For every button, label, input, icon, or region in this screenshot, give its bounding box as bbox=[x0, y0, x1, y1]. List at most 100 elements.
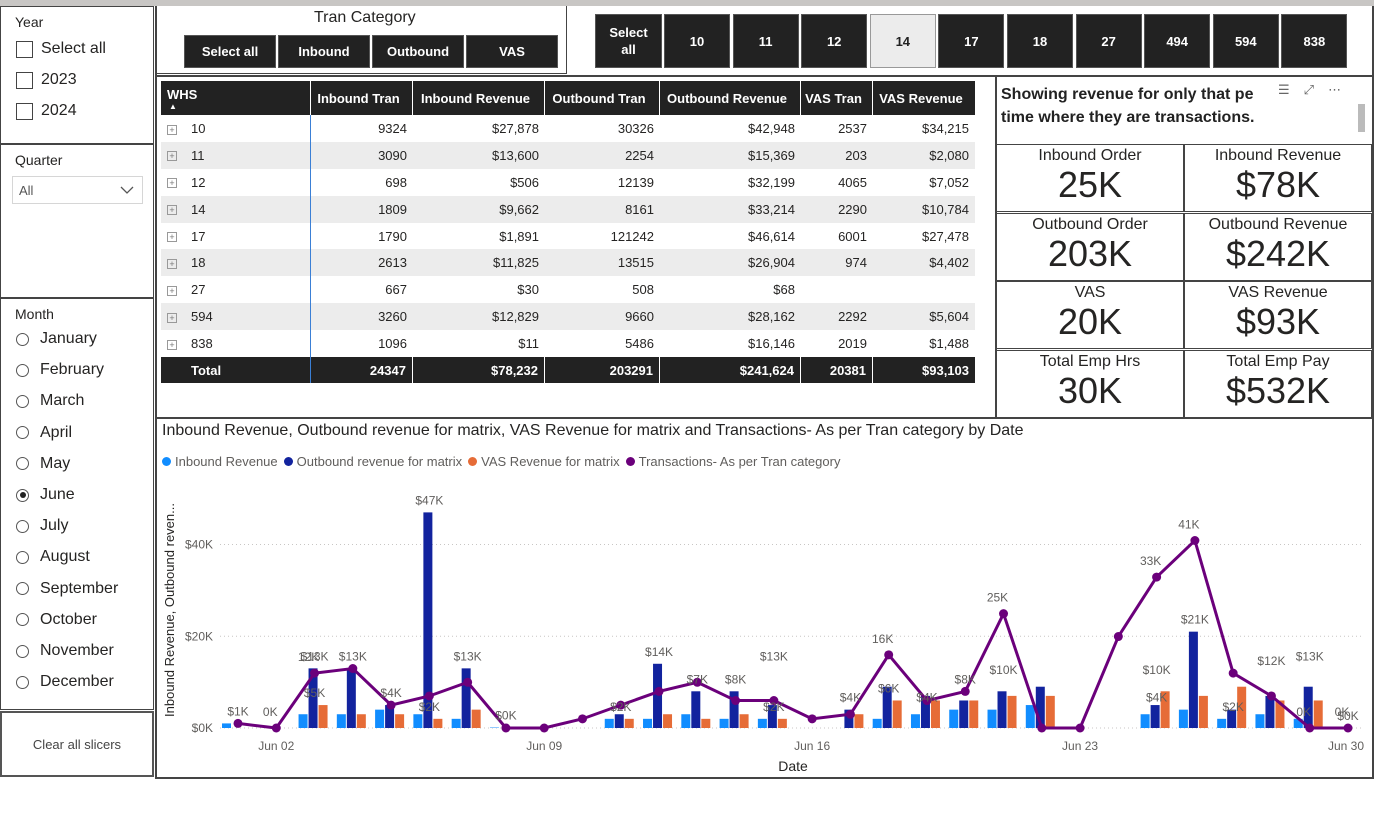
month-option-december[interactable]: December bbox=[16, 673, 114, 691]
transactions-point bbox=[310, 668, 320, 678]
legend-item-transactions[interactable]: Transactions- As per Tran category bbox=[625, 454, 840, 469]
matrix-header-outbound-tran[interactable]: Outbound Tran bbox=[545, 81, 660, 115]
transaction-data-label: 0K bbox=[263, 705, 278, 719]
radio-button[interactable] bbox=[16, 613, 29, 627]
expand-icon[interactable]: + bbox=[167, 178, 177, 189]
month-option-may[interactable]: May bbox=[16, 455, 70, 473]
table-cell: $12,829 bbox=[492, 309, 539, 325]
month-option-june[interactable]: June bbox=[16, 486, 75, 504]
whs-button-494[interactable]: 494 bbox=[1144, 14, 1211, 68]
expand-icon[interactable]: + bbox=[167, 258, 177, 269]
row-header-whs[interactable]: +14 bbox=[161, 202, 311, 217]
bar-vas-revenue-for-matrix bbox=[356, 714, 366, 728]
bar-inbound-revenue bbox=[681, 714, 691, 728]
expand-icon[interactable]: + bbox=[167, 312, 177, 323]
matrix-header-inbound-revenue[interactable]: Inbound Revenue bbox=[413, 81, 545, 115]
tran-category-select-all-button[interactable]: Select all bbox=[184, 35, 276, 68]
legend-item-vas[interactable]: VAS Revenue for matrix bbox=[468, 454, 620, 469]
expand-icon[interactable]: + bbox=[167, 285, 177, 296]
matrix-header-outbound-revenue[interactable]: Outbound Revenue bbox=[660, 81, 801, 115]
filter-icon[interactable]: ☰ bbox=[1278, 82, 1290, 98]
tran-category-vas-button[interactable]: VAS bbox=[466, 35, 558, 68]
radio-button[interactable] bbox=[16, 644, 29, 658]
month-option-september[interactable]: September bbox=[16, 580, 118, 598]
clear-all-slicers-button[interactable]: Clear all slicers bbox=[0, 711, 154, 777]
x-tick-label: Jun 30 bbox=[1328, 739, 1364, 753]
month-option-january[interactable]: January bbox=[16, 330, 97, 348]
whs-label: 11 bbox=[191, 147, 205, 163]
whs-button-18[interactable]: 18 bbox=[1007, 14, 1073, 68]
radio-button[interactable] bbox=[16, 332, 29, 346]
radio-button[interactable] bbox=[16, 394, 29, 408]
row-header-whs[interactable]: +838 bbox=[161, 336, 311, 351]
tran-category-outbound-button[interactable]: Outbound bbox=[372, 35, 464, 68]
month-option-april[interactable]: April bbox=[16, 424, 72, 442]
kpi-label: Total Emp Hrs bbox=[1039, 352, 1141, 370]
matrix-header-vas-revenue[interactable]: VAS Revenue bbox=[873, 81, 975, 115]
total-label: Total bbox=[161, 357, 311, 384]
legend-item-inbound[interactable]: Inbound Revenue bbox=[162, 454, 278, 469]
row-header-whs[interactable]: +18 bbox=[161, 255, 311, 270]
row-header-whs[interactable]: +12 bbox=[161, 175, 311, 190]
transactions-point bbox=[884, 650, 894, 660]
month-option-august[interactable]: August bbox=[16, 548, 90, 566]
whs-button-594[interactable]: 594 bbox=[1212, 14, 1279, 68]
whs-button-10[interactable]: 10 bbox=[664, 14, 730, 68]
month-option-july[interactable]: July bbox=[16, 517, 68, 535]
bar-vas-revenue-for-matrix bbox=[318, 705, 328, 728]
checkbox[interactable] bbox=[16, 40, 33, 58]
year-option-2024[interactable]: 2024 bbox=[16, 102, 77, 120]
radio-button[interactable] bbox=[16, 550, 29, 564]
whs-button-27[interactable]: 27 bbox=[1075, 14, 1142, 68]
tran-category-inbound-button[interactable]: Inbound bbox=[278, 35, 370, 68]
expand-icon[interactable]: + bbox=[167, 205, 177, 216]
matrix-header-whs[interactable]: WHS ▲ bbox=[161, 81, 311, 115]
table-cell: $5,604 bbox=[929, 309, 969, 325]
legend-item-outbound[interactable]: Outbound revenue for matrix bbox=[283, 454, 462, 469]
whs-button-838[interactable]: 838 bbox=[1281, 14, 1348, 68]
month-option-october[interactable]: October bbox=[16, 611, 97, 629]
row-header-whs[interactable]: +10 bbox=[161, 121, 311, 136]
expand-icon[interactable]: + bbox=[167, 151, 177, 162]
year-option-2023[interactable]: 2023 bbox=[16, 71, 77, 89]
transaction-data-label: 0K bbox=[1296, 705, 1311, 719]
expand-icon[interactable]: + bbox=[167, 339, 177, 350]
year-option-select-all[interactable]: Select all bbox=[16, 40, 106, 58]
whs-button-14[interactable]: 14 bbox=[869, 14, 936, 68]
checkbox[interactable] bbox=[16, 71, 33, 89]
table-cell: $9,662 bbox=[499, 201, 539, 217]
radio-button[interactable] bbox=[16, 675, 29, 689]
focus-mode-icon[interactable]: ⤢ bbox=[1304, 82, 1314, 98]
radio-button[interactable] bbox=[16, 582, 29, 596]
radio-button[interactable] bbox=[16, 488, 29, 502]
month-option-march[interactable]: March bbox=[16, 392, 84, 410]
row-header-whs[interactable]: +17 bbox=[161, 229, 311, 244]
quarter-dropdown[interactable]: All bbox=[12, 176, 143, 204]
radio-button[interactable] bbox=[16, 363, 29, 377]
whs-button-11[interactable]: 11 bbox=[732, 14, 799, 68]
matrix-header-inbound-tran[interactable]: Inbound Tran bbox=[311, 81, 413, 115]
whs-button-17[interactable]: 17 bbox=[938, 14, 1005, 68]
radio-button[interactable] bbox=[16, 457, 29, 471]
month-option-november[interactable]: November bbox=[16, 642, 114, 660]
scrollbar[interactable] bbox=[1358, 104, 1365, 132]
row-header-whs[interactable]: +27 bbox=[161, 282, 311, 297]
whs-select-all-button[interactable]: Select all bbox=[595, 14, 662, 68]
more-options-icon[interactable]: ⋯ bbox=[1328, 82, 1341, 98]
whs-label: 27 bbox=[191, 282, 206, 298]
expand-icon[interactable]: + bbox=[167, 124, 177, 135]
expand-icon[interactable]: + bbox=[167, 232, 177, 243]
kpi-label: Inbound Revenue bbox=[1214, 147, 1342, 164]
whs-button-12[interactable]: 12 bbox=[801, 14, 868, 68]
matrix-header-vas-tran[interactable]: VAS Tran bbox=[801, 81, 873, 115]
legend-label: VAS Revenue for matrix bbox=[481, 454, 620, 469]
radio-button[interactable] bbox=[16, 519, 29, 533]
radio-button[interactable] bbox=[16, 426, 29, 440]
row-header-whs[interactable]: +11 bbox=[161, 148, 311, 163]
checkbox[interactable] bbox=[16, 102, 33, 120]
bar-outbound-revenue-for-matrix bbox=[920, 695, 930, 728]
bar-vas-revenue-for-matrix bbox=[1313, 700, 1323, 728]
row-header-whs[interactable]: +594 bbox=[161, 309, 311, 324]
bar-data-label: $4K bbox=[916, 691, 937, 705]
month-option-february[interactable]: February bbox=[16, 361, 104, 379]
